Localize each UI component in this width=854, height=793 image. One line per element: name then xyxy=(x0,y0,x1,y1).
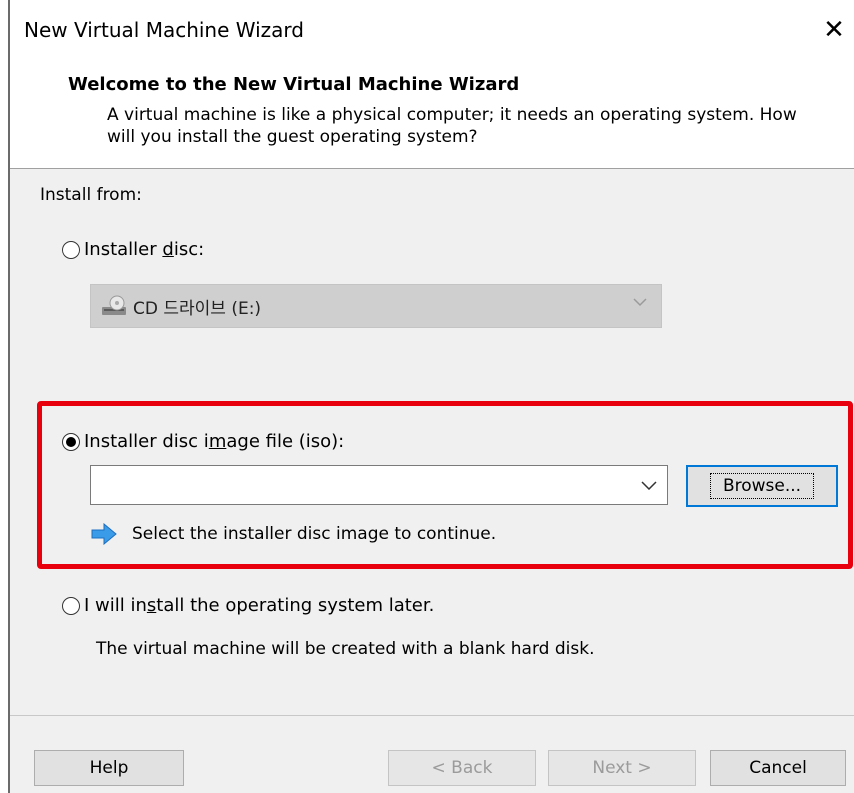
cd-drive-value: CD 드라이브 (E:) xyxy=(133,298,262,319)
next-label: Next > xyxy=(592,758,652,778)
installer-iso-label: Installer disc image file (iso): xyxy=(84,431,345,452)
cancel-button[interactable]: Cancel xyxy=(710,750,846,786)
install-later-description: The virtual machine will be created with… xyxy=(96,639,595,659)
installer-iso-option[interactable]: Installer disc image file (iso): xyxy=(62,431,344,452)
close-icon: ✕ xyxy=(823,15,845,45)
browse-label: Browse... xyxy=(709,473,815,499)
iso-path-input[interactable] xyxy=(90,465,668,505)
iso-hint: Select the installer disc image to conti… xyxy=(90,522,497,546)
back-button[interactable]: < Back xyxy=(388,750,536,786)
close-button[interactable]: ✕ xyxy=(812,8,854,52)
window-title: New Virtual Machine Wizard xyxy=(24,18,304,42)
info-arrow-icon xyxy=(90,522,118,546)
wizard-window: New Virtual Machine Wizard ✕ Welcome to … xyxy=(8,0,854,793)
installer-disc-radio[interactable] xyxy=(62,240,80,259)
installer-iso-radio[interactable] xyxy=(62,432,80,451)
back-label: < Back xyxy=(431,758,493,778)
iso-hint-text: Select the installer disc image to conti… xyxy=(132,524,497,544)
browse-button[interactable]: Browse... xyxy=(686,465,838,507)
cd-drive-icon xyxy=(101,295,127,317)
installer-disc-option[interactable]: Installer disc: xyxy=(62,239,204,260)
help-button[interactable]: Help xyxy=(34,750,184,786)
install-later-radio[interactable] xyxy=(62,596,80,615)
install-from-label: Install from: xyxy=(40,185,142,205)
header-description: A virtual machine is like a physical com… xyxy=(107,105,797,147)
chevron-down-icon[interactable] xyxy=(641,475,657,494)
installer-disc-label: Installer disc: xyxy=(84,239,205,260)
install-later-option[interactable]: I will install the operating system late… xyxy=(62,595,434,616)
footer-divider xyxy=(10,715,854,716)
next-button[interactable]: Next > xyxy=(548,750,696,786)
wizard-body: Install from: Installer disc: CD 드라이브 (E… xyxy=(10,169,854,793)
install-later-label: I will install the operating system late… xyxy=(84,595,435,616)
title-bar: New Virtual Machine Wizard ✕ xyxy=(10,0,854,60)
header-title: Welcome to the New Virtual Machine Wizar… xyxy=(68,74,520,95)
chevron-down-icon xyxy=(633,295,647,311)
cd-drive-select[interactable]: CD 드라이브 (E:) xyxy=(90,284,662,328)
wizard-header: Welcome to the New Virtual Machine Wizar… xyxy=(10,60,854,168)
